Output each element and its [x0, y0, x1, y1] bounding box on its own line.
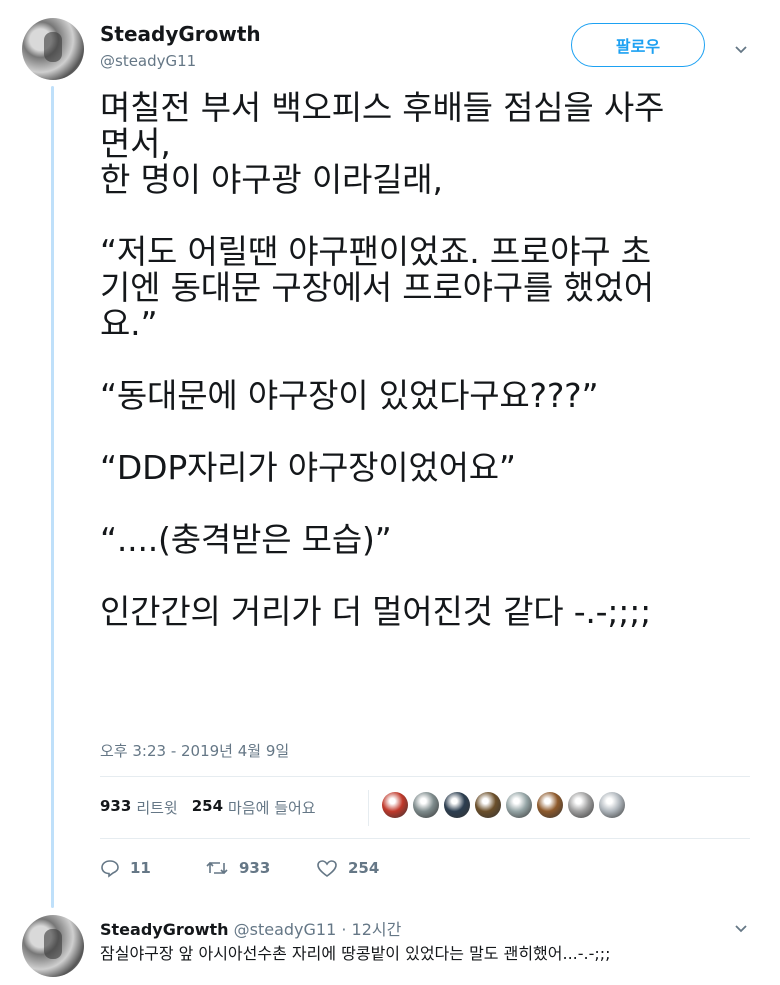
reply-text: 잠실야구장 앞 아시아선수촌 자리에 땅콩밭이 있었다는 말도 괜히했어...-… [100, 944, 611, 963]
retweet-stat[interactable]: 933 리트윗 [100, 797, 178, 818]
chevron-down-icon[interactable] [734, 921, 748, 935]
like-button[interactable]: 254 [316, 858, 379, 878]
liker-avatar[interactable] [413, 792, 439, 818]
liker-avatar[interactable] [568, 792, 594, 818]
liker-avatar[interactable] [444, 792, 470, 818]
like-count: 254 [191, 797, 224, 815]
retweet-button[interactable]: 933 [205, 858, 316, 878]
divider [100, 838, 750, 839]
liker-avatar[interactable] [382, 792, 408, 818]
heart-icon [316, 858, 338, 878]
liker-avatar[interactable] [506, 792, 532, 818]
reply-button[interactable]: 11 [100, 858, 205, 878]
liker-avatar[interactable] [475, 792, 501, 818]
reply-header: SteadyGrowth @steadyG11 · 12시간 [100, 916, 401, 940]
reply-icon [100, 858, 120, 878]
like-label: 마음에 들어요 [228, 799, 316, 817]
liker-avatars [382, 792, 625, 818]
tweet-text: 며칠전 부서 백오피스 후배들 점심을 사주 면서, 한 명이 야구광 이라길래… [100, 88, 665, 631]
reply-avatar[interactable] [22, 915, 84, 977]
reply-time[interactable]: · 12시간 [341, 920, 401, 939]
timestamp[interactable]: 오후 3:23 - 2019년 4월 9일 [100, 740, 289, 761]
like-action-count: 254 [348, 859, 380, 877]
thread-line [51, 86, 54, 908]
stats-separator [368, 790, 369, 826]
display-name[interactable]: SteadyGrowth [100, 22, 261, 46]
like-stat[interactable]: 254 마음에 들어요 [192, 797, 316, 818]
reply-handle[interactable]: @steadyG11 [234, 920, 337, 939]
handle[interactable]: @steadyG11 [100, 52, 196, 70]
reply-count: 11 [130, 859, 151, 877]
reply-display-name[interactable]: SteadyGrowth [100, 920, 229, 939]
follow-button[interactable]: 팔로우 [571, 23, 705, 67]
action-bar: 11 933 254 [100, 858, 379, 878]
retweet-action-count: 933 [239, 859, 271, 877]
divider [100, 776, 750, 777]
liker-avatar[interactable] [537, 792, 563, 818]
retweet-icon [205, 858, 229, 878]
chevron-down-icon[interactable] [734, 42, 748, 56]
retweet-label: 리트윗 [136, 799, 178, 817]
retweet-count: 933 [100, 797, 132, 815]
avatar[interactable] [22, 18, 84, 80]
tweet-stats: 933 리트윗 254 마음에 들어요 [100, 797, 316, 818]
liker-avatar[interactable] [599, 792, 625, 818]
